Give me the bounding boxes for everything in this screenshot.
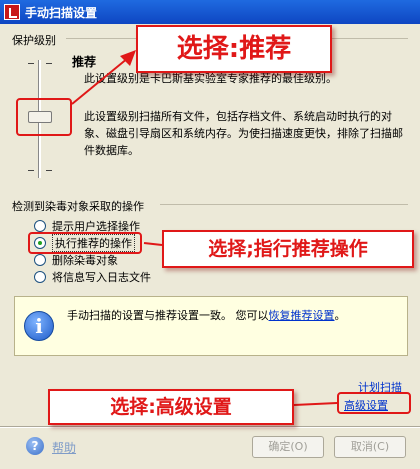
radio-button[interactable] [34, 271, 46, 283]
slider-tick [28, 170, 34, 171]
kaspersky-app-icon [4, 4, 20, 20]
info-text: 手动扫描的设置与推荐设置一致。 您可以 [67, 309, 269, 322]
annotation-select-action: 选择;指行推荐操作 [162, 230, 414, 268]
infected-action-label: 检测到染毒对象采取的操作 [12, 200, 144, 213]
infected-action-divider [160, 204, 408, 205]
protection-level-details: 此设置级别扫描所有文件，包括存档文件、系统启动时执行的对象、磁盘引导扇区和系统内… [84, 110, 403, 157]
radio-label: 将信息写入日志文件 [52, 271, 151, 284]
annotation-select-recommended: 选择:推荐 [136, 25, 332, 73]
info-message: 手动扫描的设置与推荐设置一致。 您可以恢复推荐设置。 [67, 307, 346, 323]
help-icon[interactable]: ? [26, 437, 44, 455]
info-suffix: 。 [334, 309, 346, 322]
annotation-select-advanced: 选择:高级设置 [48, 389, 294, 425]
restore-recommended-link[interactable]: 恢复推荐设置 [269, 309, 335, 322]
slider-tick [46, 170, 52, 171]
window-title: 手动扫描设置 [25, 6, 98, 20]
slider-tick [28, 63, 34, 64]
protection-level-name: 推荐 [72, 55, 97, 69]
slider-highlight-frame [16, 98, 72, 136]
footer-separator [0, 426, 420, 428]
radio-delete-infected[interactable]: 删除染毒对象 [34, 252, 118, 268]
protection-level-label: 保护级别 [12, 34, 56, 47]
slider-tick [46, 63, 52, 64]
advanced-highlight-frame [337, 392, 411, 414]
cancel-button[interactable]: 取消(C) [334, 436, 406, 458]
title-bar[interactable]: 手动扫描设置 [0, 0, 420, 24]
info-icon: i [24, 311, 54, 341]
radio-highlight-frame [28, 232, 142, 254]
radio-label: 删除染毒对象 [52, 254, 118, 267]
radio-write-log[interactable]: 将信息写入日志文件 [34, 269, 151, 285]
radio-button[interactable] [34, 254, 46, 266]
radio-button[interactable] [34, 220, 46, 232]
ok-button[interactable]: 确定(O) [252, 436, 324, 458]
protection-level-summary: 此设置级别是卡巴斯基实验室专家推荐的最佳级别。 [84, 72, 337, 85]
info-panel: i 手动扫描的设置与推荐设置一致。 您可以恢复推荐设置。 [14, 296, 408, 356]
help-link[interactable]: 帮助 [52, 439, 76, 456]
